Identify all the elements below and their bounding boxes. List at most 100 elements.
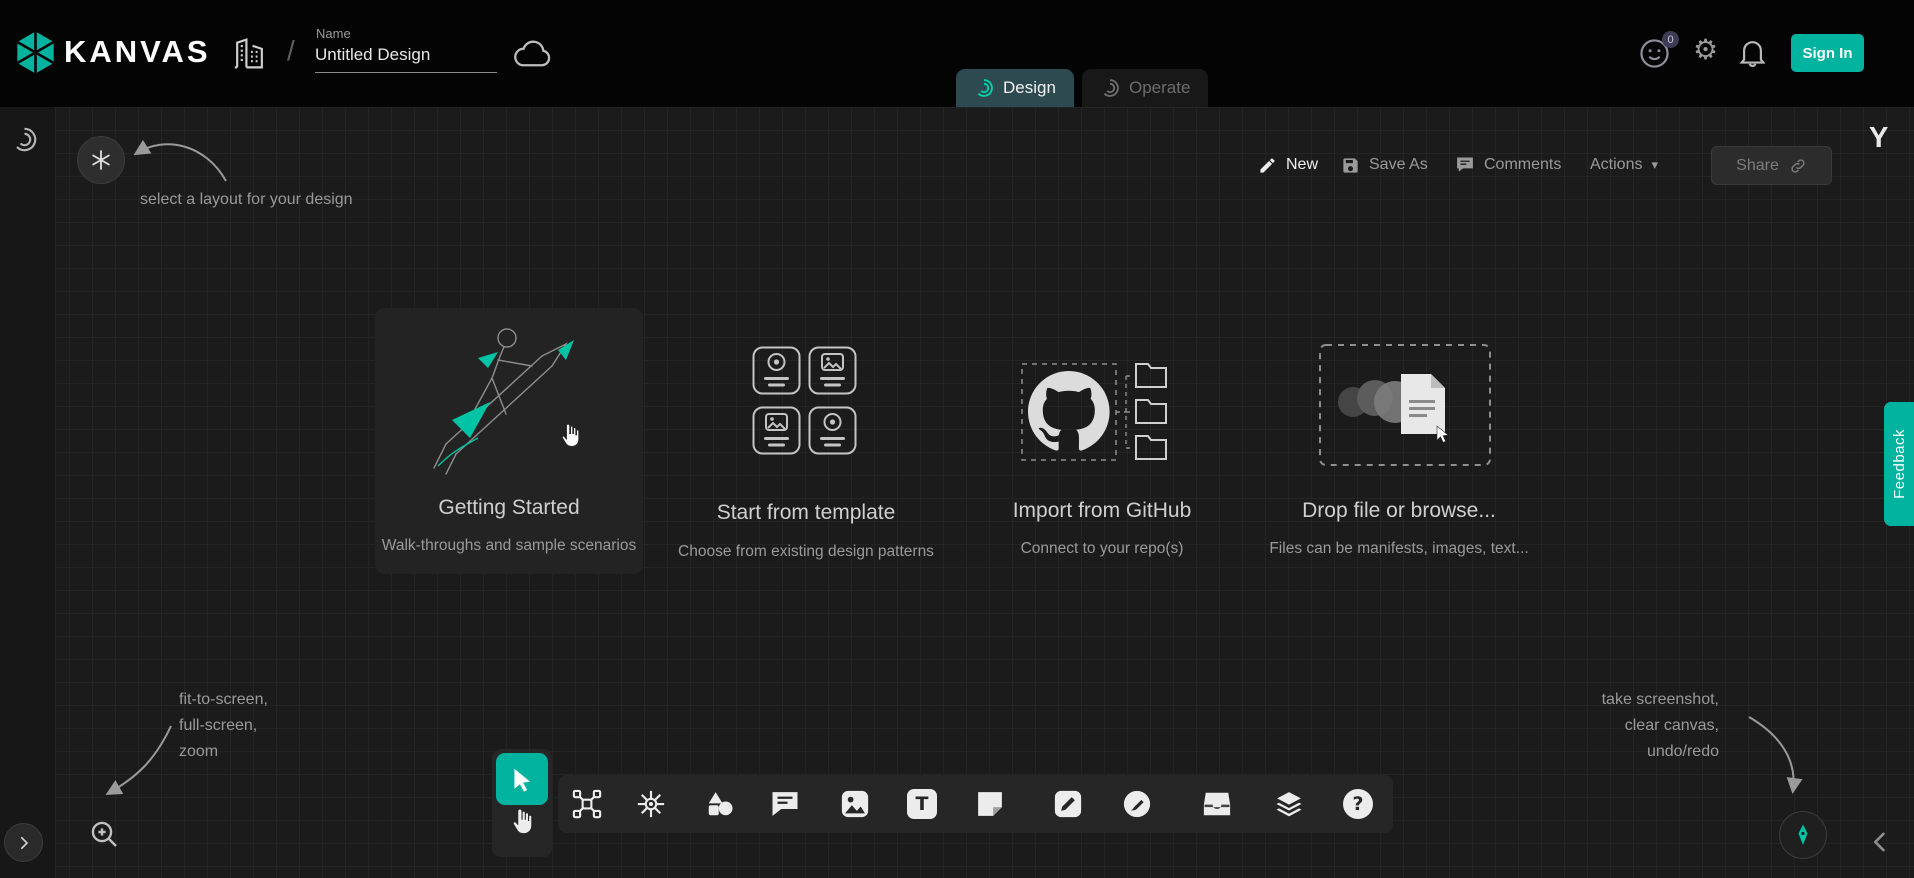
save-as-button[interactable]: Save As [1341, 146, 1428, 184]
share-label: Share [1736, 157, 1779, 175]
cursor-arrow-icon [509, 766, 535, 792]
sign-in-button[interactable]: Sign In [1791, 34, 1864, 72]
chevron-down-icon: ▾ [1651, 158, 1658, 173]
drawer-tray-icon [1202, 789, 1232, 819]
snowflake-layout-icon [89, 148, 113, 172]
tab-design[interactable]: Design [956, 69, 1074, 107]
pencil-icon [1258, 156, 1277, 175]
text-tool-icon: T [907, 789, 937, 819]
github-card-title: Import from GitHub [968, 499, 1236, 523]
github-octocat-icon [1028, 371, 1110, 451]
expand-left-panel-button[interactable] [4, 823, 43, 862]
new-button[interactable]: New [1258, 146, 1318, 184]
provider-icon[interactable]: 0 [1638, 37, 1671, 70]
drop-file-card[interactable]: Drop file or browse... Files can be mani… [1265, 334, 1533, 569]
breadcrumb-separator: / [287, 35, 295, 67]
layers-tool[interactable] [1274, 789, 1304, 819]
github-card-subtitle: Connect to your repo(s) [928, 540, 1276, 558]
layer5-y-logo[interactable]: Y [1869, 122, 1888, 155]
comments-icon [1455, 155, 1475, 175]
pencil-square-icon [1053, 789, 1083, 819]
layers-icon [1274, 789, 1304, 819]
sticky-note-icon [975, 789, 1005, 819]
help-question-icon: ? [1343, 789, 1373, 819]
tab-operate-label: Operate [1129, 78, 1190, 98]
layout-hint-arrow [118, 125, 246, 189]
github-import-illustration [982, 350, 1222, 474]
screenshot-hint-arrow [1735, 705, 1815, 805]
components-tool[interactable] [572, 789, 602, 819]
getting-started-title: Getting Started [375, 496, 643, 520]
image-icon [840, 789, 870, 819]
drop-zone-illustration [1319, 344, 1491, 466]
draw-brush-tool[interactable] [1122, 789, 1152, 819]
comments-label: Comments [1484, 156, 1561, 174]
kubernetes-tool[interactable] [636, 789, 666, 819]
drawer-tool[interactable] [1202, 789, 1232, 819]
import-from-github-card[interactable]: Import from GitHub Connect to your repo(… [968, 340, 1236, 570]
app-header: KANVAS / Name Design Operate 0 ⚙ [0, 0, 1914, 107]
layout-hint-text: select a layout for your design [140, 187, 353, 213]
help-tool[interactable]: ? [1343, 789, 1373, 819]
design-tab-icon [974, 78, 994, 98]
hand-icon [508, 806, 538, 836]
helm-wheel-icon [636, 789, 666, 819]
settings-gear-icon[interactable]: ⚙ [1693, 33, 1718, 66]
notifications-bell-icon[interactable] [1737, 37, 1768, 68]
kanvas-logo-icon[interactable] [13, 30, 58, 75]
pen-nib-icon [1791, 823, 1815, 847]
cloud-sync-icon[interactable] [512, 36, 554, 70]
text-tool[interactable]: T [907, 789, 937, 819]
pen-mode-button[interactable] [1779, 811, 1827, 859]
tab-design-label: Design [1003, 78, 1056, 98]
comments-button[interactable]: Comments [1455, 146, 1561, 184]
design-name-label: Name [316, 26, 351, 41]
template-card-title: Start from template [672, 501, 940, 525]
save-icon [1341, 156, 1360, 175]
getting-started-illustration [394, 316, 624, 491]
getting-started-subtitle: Walk-throughs and sample scenarios [335, 537, 683, 555]
template-thumbnail-icon [752, 406, 801, 455]
zoom-hint-text: fit-to-screen, full-screen, zoom [179, 687, 268, 765]
pan-hand-tool[interactable] [508, 806, 538, 836]
drop-card-subtitle: Files can be manifests, images, text... [1225, 540, 1573, 558]
comment-bubble-icon [770, 789, 800, 819]
hand-pointer-cursor-icon [557, 420, 585, 450]
components-flowchart-icon [572, 789, 602, 819]
feedback-label: Feedback [1891, 429, 1908, 499]
save-as-label: Save As [1369, 156, 1428, 174]
annotate-pencil-tool[interactable] [1053, 789, 1083, 819]
organization-building-icon[interactable] [231, 35, 268, 72]
actions-label: Actions [1590, 156, 1642, 174]
chevron-left-icon [1866, 828, 1894, 856]
shapes-tool[interactable] [705, 789, 735, 819]
notification-count-badge: 0 [1662, 31, 1679, 48]
share-link-icon [1789, 157, 1807, 175]
tab-operate[interactable]: Operate [1082, 69, 1208, 107]
file-icon [1401, 374, 1448, 442]
collapse-right-button[interactable] [1866, 828, 1894, 856]
kanvas-spiral-icon[interactable] [11, 126, 38, 153]
template-thumbnail-icon [808, 346, 857, 395]
brush-circle-icon [1122, 789, 1152, 819]
design-name-input[interactable] [315, 45, 497, 73]
comment-tool[interactable] [770, 789, 800, 819]
actions-dropdown[interactable]: Actions ▾ [1590, 146, 1658, 184]
brand-name: KANVAS [64, 34, 211, 70]
select-tool-button[interactable] [496, 753, 548, 805]
kanvas-app: KANVAS / Name Design Operate 0 ⚙ [0, 0, 1914, 878]
note-tool[interactable] [975, 789, 1005, 819]
share-button[interactable]: Share [1711, 146, 1832, 185]
zoom-in-button[interactable] [88, 818, 120, 850]
chevron-right-icon [15, 834, 33, 852]
template-thumbnail-icon [808, 406, 857, 455]
operate-tab-icon [1100, 78, 1120, 98]
getting-started-card[interactable]: Getting Started Walk-throughs and sample… [375, 308, 643, 574]
design-canvas[interactable]: select a layout for your design New Save… [0, 107, 1914, 878]
template-thumbnail-icon [752, 346, 801, 395]
start-from-template-card[interactable]: Start from template Choose from existing… [672, 337, 940, 567]
magnifier-plus-icon [88, 818, 120, 850]
media-tool[interactable] [840, 789, 870, 819]
feedback-tab[interactable]: Feedback [1884, 402, 1914, 526]
repo-folder-icons [1136, 364, 1166, 459]
